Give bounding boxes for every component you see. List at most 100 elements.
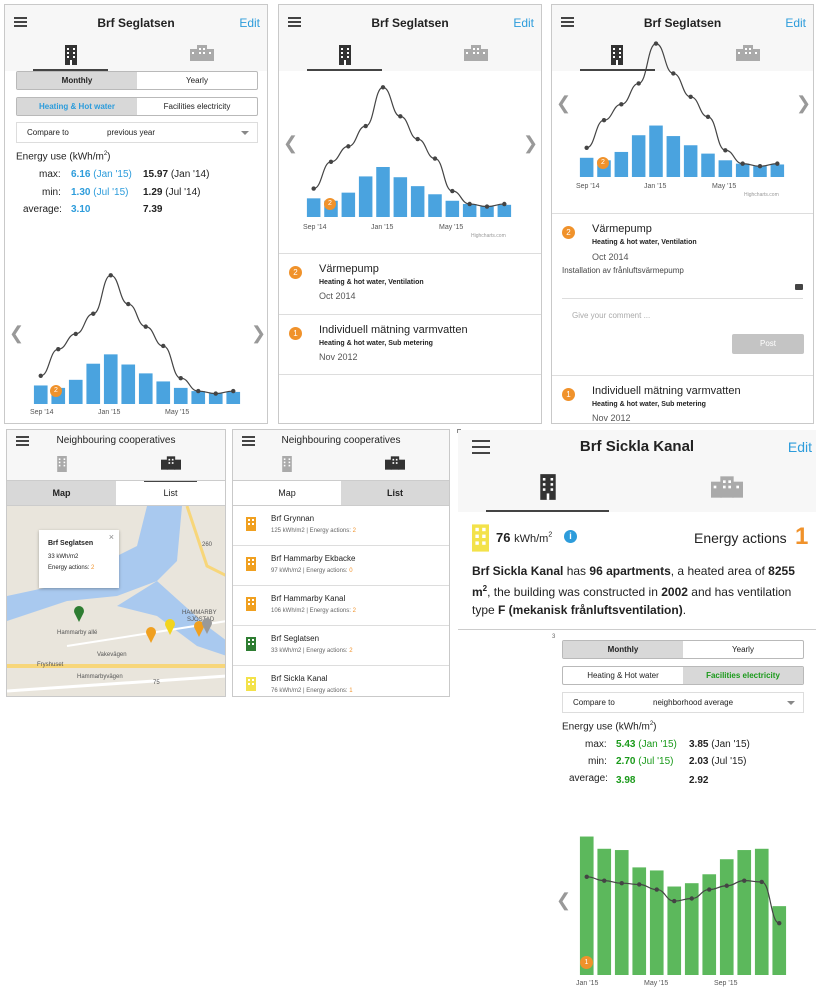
bar-Apr '15[interactable] — [701, 153, 715, 177]
line-point-Sep '14[interactable] — [38, 373, 43, 378]
list-item[interactable]: Brf Hammarby Ekbacke 97 kWh/m2 | Energy … — [233, 546, 449, 586]
bar-Jan '15[interactable] — [579, 836, 594, 975]
tab-building[interactable] — [7, 452, 116, 482]
line-point-Jun '15[interactable] — [196, 388, 201, 394]
menu-icon[interactable] — [16, 436, 29, 446]
line-point-May '15[interactable] — [654, 887, 659, 892]
list-item[interactable]: Brf Sickla Kanal 76 kWh/m2 | Energy acti… — [233, 666, 449, 696]
line-point-Feb '15[interactable] — [126, 301, 131, 307]
line-point-Jan '15[interactable] — [584, 874, 589, 880]
event-marker[interactable]: 2 — [50, 385, 62, 397]
event-marker[interactable]: 2 — [597, 157, 609, 169]
tab-neighbours[interactable] — [116, 452, 225, 482]
bar-Nov '15[interactable] — [754, 848, 769, 975]
bar-Feb '15[interactable] — [393, 177, 408, 217]
line-point-Jul '15[interactable] — [213, 391, 218, 396]
line-point-Sep '15[interactable] — [724, 883, 729, 888]
bar-Jan '15[interactable] — [649, 125, 663, 177]
bar-Sep '14[interactable] — [306, 198, 321, 217]
line-point-Oct '14[interactable] — [601, 118, 607, 123]
bar-Mar '15[interactable] — [683, 145, 698, 177]
line-point-Aug '15[interactable] — [775, 161, 780, 166]
bar-Oct '15[interactable] — [737, 850, 752, 975]
line-point-Dec '14[interactable] — [636, 81, 641, 86]
line-point-Jan '15[interactable] — [653, 41, 659, 46]
bar-May '15[interactable] — [173, 387, 188, 404]
bar-Aug '15[interactable] — [226, 391, 241, 404]
line-point-May '15[interactable] — [723, 148, 728, 153]
bar-Feb '15[interactable] — [597, 848, 612, 975]
map-tab[interactable]: Map — [233, 481, 341, 505]
line-point-Jul '15[interactable] — [484, 204, 490, 209]
comment-input[interactable]: Give your comment ... — [562, 303, 803, 338]
line-point-Dec '15[interactable] — [777, 921, 782, 926]
line-point-Nov '15[interactable] — [759, 879, 764, 885]
line-point-Apr '15[interactable] — [161, 343, 166, 349]
list-item[interactable]: Brf Hammarby Kanal 106 kWh/m2 | Energy a… — [233, 586, 449, 626]
bar-Mar '15[interactable] — [410, 186, 425, 217]
bar-May '15[interactable] — [718, 160, 733, 177]
bar-Sep '14[interactable] — [579, 157, 594, 177]
line-point-Apr '15[interactable] — [432, 156, 438, 161]
line-point-Apr '15[interactable] — [705, 114, 711, 120]
line-point-Feb '15[interactable] — [671, 71, 676, 76]
line-point-Jun '15[interactable] — [467, 201, 472, 207]
bar-Feb '15[interactable] — [666, 136, 681, 177]
list-item[interactable]: Brf Seglatsen 33 kWh/m2 | Energy actions… — [233, 626, 449, 666]
bar-Jan '15[interactable] — [376, 166, 390, 217]
event-item[interactable]: 2 Värmepump Heating & hot water, Ventila… — [279, 253, 541, 314]
bar-Aug '15[interactable] — [497, 204, 512, 217]
bar-Mar '15[interactable] — [614, 850, 629, 975]
line-point-Dec '14[interactable] — [91, 311, 96, 316]
line-point-Sep '14[interactable] — [584, 145, 589, 150]
line-point-Oct '15[interactable] — [742, 878, 747, 883]
tab-building[interactable] — [233, 452, 341, 482]
bar-Feb '15[interactable] — [121, 364, 136, 404]
bar-Sep '14[interactable] — [33, 385, 48, 404]
line-point-Jun '15[interactable] — [740, 161, 745, 166]
bar-Apr '15[interactable] — [428, 194, 442, 217]
bar-Dec '14[interactable] — [631, 135, 646, 177]
line-point-Aug '15[interactable] — [502, 201, 507, 207]
tab-neighbours[interactable] — [341, 452, 449, 482]
bar-Nov '14[interactable] — [341, 192, 356, 217]
bar-Sep '15[interactable] — [719, 859, 734, 975]
line-point-Jul '15[interactable] — [757, 164, 763, 169]
close-icon[interactable]: × — [109, 532, 114, 542]
line-point-Mar '15[interactable] — [619, 881, 624, 886]
bar-May '15[interactable] — [649, 870, 664, 975]
bar-Nov '14[interactable] — [614, 151, 629, 177]
line-point-Jul '15[interactable] — [689, 896, 694, 901]
line-point-Nov '14[interactable] — [619, 102, 624, 107]
event-marker[interactable]: 2 — [324, 198, 336, 210]
post-button[interactable]: Post — [732, 334, 804, 354]
line-point-Oct '14[interactable] — [56, 347, 61, 352]
line-point-Jan '15[interactable] — [108, 273, 113, 278]
highcharts-credit[interactable]: Highcharts.com — [744, 192, 779, 198]
line-point-Jun '15[interactable] — [672, 898, 677, 904]
line-point-Jan '15[interactable] — [380, 85, 386, 90]
event-item[interactable]: 1 Individuell mätning varmvatten Heating… — [279, 314, 541, 375]
line-point-Aug '15[interactable] — [707, 887, 712, 892]
line-point-Sep '14[interactable] — [311, 186, 316, 191]
event-marker[interactable]: 1 — [580, 956, 593, 969]
line-point-Mar '15[interactable] — [415, 136, 420, 142]
bar-Dec '14[interactable] — [86, 363, 101, 404]
line-point-May '15[interactable] — [450, 188, 455, 194]
line-point-Apr '15[interactable] — [637, 882, 642, 887]
line-point-Nov '14[interactable] — [346, 144, 351, 149]
line-point-May '15[interactable] — [178, 376, 183, 381]
highcharts-credit[interactable]: Highcharts.com — [471, 233, 506, 239]
line-point-Oct '14[interactable] — [328, 159, 334, 164]
menu-icon[interactable] — [242, 436, 255, 446]
bar-Nov '14[interactable] — [68, 379, 83, 404]
line-point-Dec '14[interactable] — [363, 123, 368, 129]
line-point-Mar '15[interactable] — [688, 94, 693, 100]
list-tab[interactable]: List — [116, 481, 225, 505]
line-point-Nov '14[interactable] — [73, 331, 78, 337]
bar-Apr '15[interactable] — [156, 381, 171, 404]
list-tab[interactable]: List — [341, 481, 449, 505]
comment-icon[interactable] — [795, 284, 803, 290]
list-item[interactable]: Brf Grynnan 125 kWh/m2 | Energy actions:… — [233, 506, 449, 546]
bar-Dec '14[interactable] — [358, 176, 373, 217]
